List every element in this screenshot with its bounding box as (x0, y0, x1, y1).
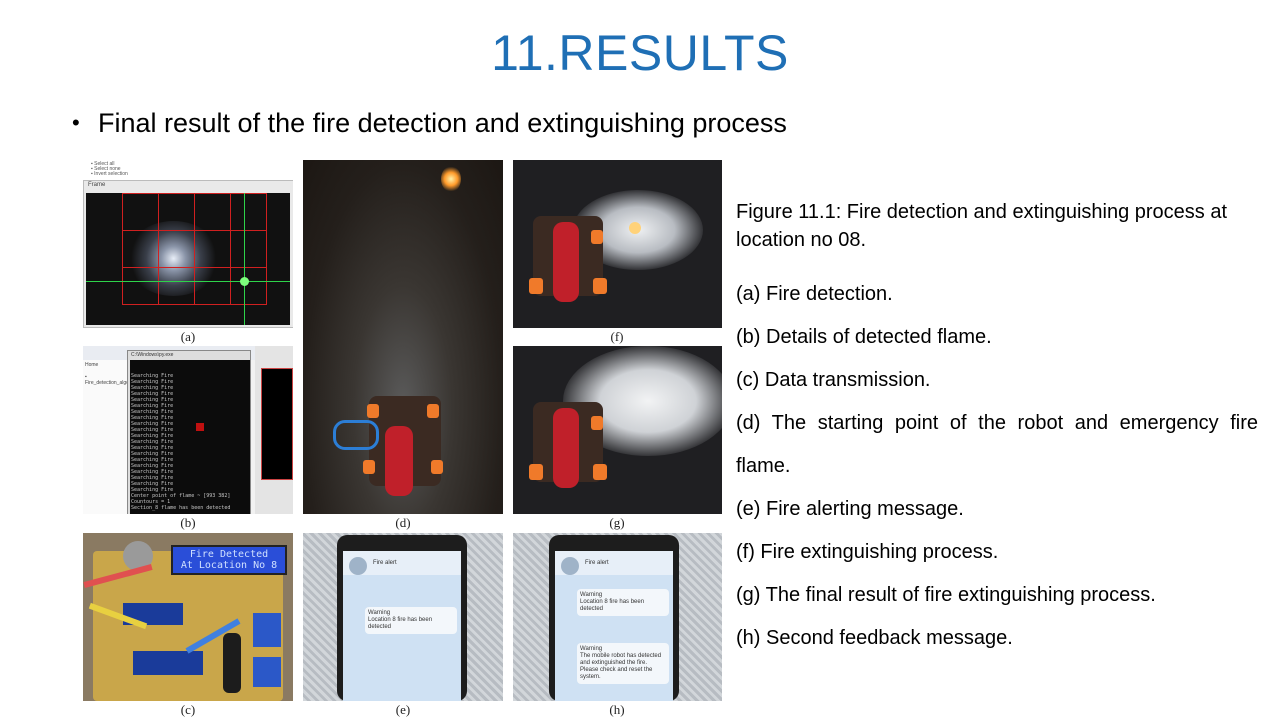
panel-label-a: (a) (180, 329, 196, 344)
figure-panel-h: Fire alert Warning Location 8 fire has b… (513, 533, 722, 701)
bullet-point: • Final result of the fire detection and … (72, 108, 787, 139)
panel-label-c: (c) (180, 702, 196, 717)
figure-panel-g (513, 346, 722, 514)
caption-item: (a) Fire detection. (736, 283, 893, 305)
figure-panel-c: Fire Detected At Location No 8 (83, 533, 293, 701)
panel-label-e: (e) (395, 702, 411, 717)
caption-item: (h) Second feedback message. (736, 627, 1013, 649)
caption-item: flame. (736, 455, 791, 477)
slide-title: 11.RESULTS (491, 25, 789, 81)
caption-item: (c) Data transmission. (736, 369, 931, 391)
figure-panel-f (513, 160, 722, 328)
phone-title: Fire alert (373, 560, 397, 566)
panel-label-d: (d) (395, 515, 411, 530)
figure-panel-a: ▪ Select all ▪ Select none ▪ Invert select… (83, 160, 293, 328)
caption-item: (e) Fire alerting message. (736, 498, 964, 520)
caption-item: (d) The starting point of the robot and … (736, 412, 1258, 434)
phone-title: Fire alert (585, 560, 609, 566)
caption-figure: Figure 11.1: Fire detection and extingui… (736, 201, 1228, 251)
bullet-text: Final result of the fire detection and e… (98, 108, 787, 138)
panel-label-f: (f) (610, 329, 624, 344)
feedback-message: Warning The mobile robot has detected an… (577, 643, 669, 684)
caption-item: (b) Details of detected flame. (736, 326, 992, 348)
figure-caption: Figure 11.1: Fire detection and extingui… (736, 198, 1258, 667)
console-output: Searching Fire Searching Fire Searching Fi… (130, 360, 250, 514)
panel-label-g: (g) (609, 515, 625, 530)
panel-label-b: (b) (180, 515, 196, 530)
figure-panel-d (303, 160, 503, 514)
figure-panel-b: Home ▪ Fire_detection_algorithm C:\Window… (83, 346, 293, 514)
lcd-display: Fire Detected At Location No 8 (171, 545, 287, 575)
panel-label-h: (h) (609, 702, 625, 717)
caption-item: (g) The final result of fire extinguishi… (736, 584, 1156, 606)
flame-marker (441, 166, 461, 192)
caption-item: (f) Fire extinguishing process. (736, 541, 999, 563)
figure-panel-e: Fire alert Warning Location 8 fire has b… (303, 533, 503, 701)
alert-message: Warning Location 8 fire has been detecte… (365, 607, 457, 634)
camera-frame (86, 193, 290, 325)
alert-message: Warning Location 8 fire has been detecte… (577, 589, 669, 616)
bullet-icon: • (72, 110, 80, 135)
